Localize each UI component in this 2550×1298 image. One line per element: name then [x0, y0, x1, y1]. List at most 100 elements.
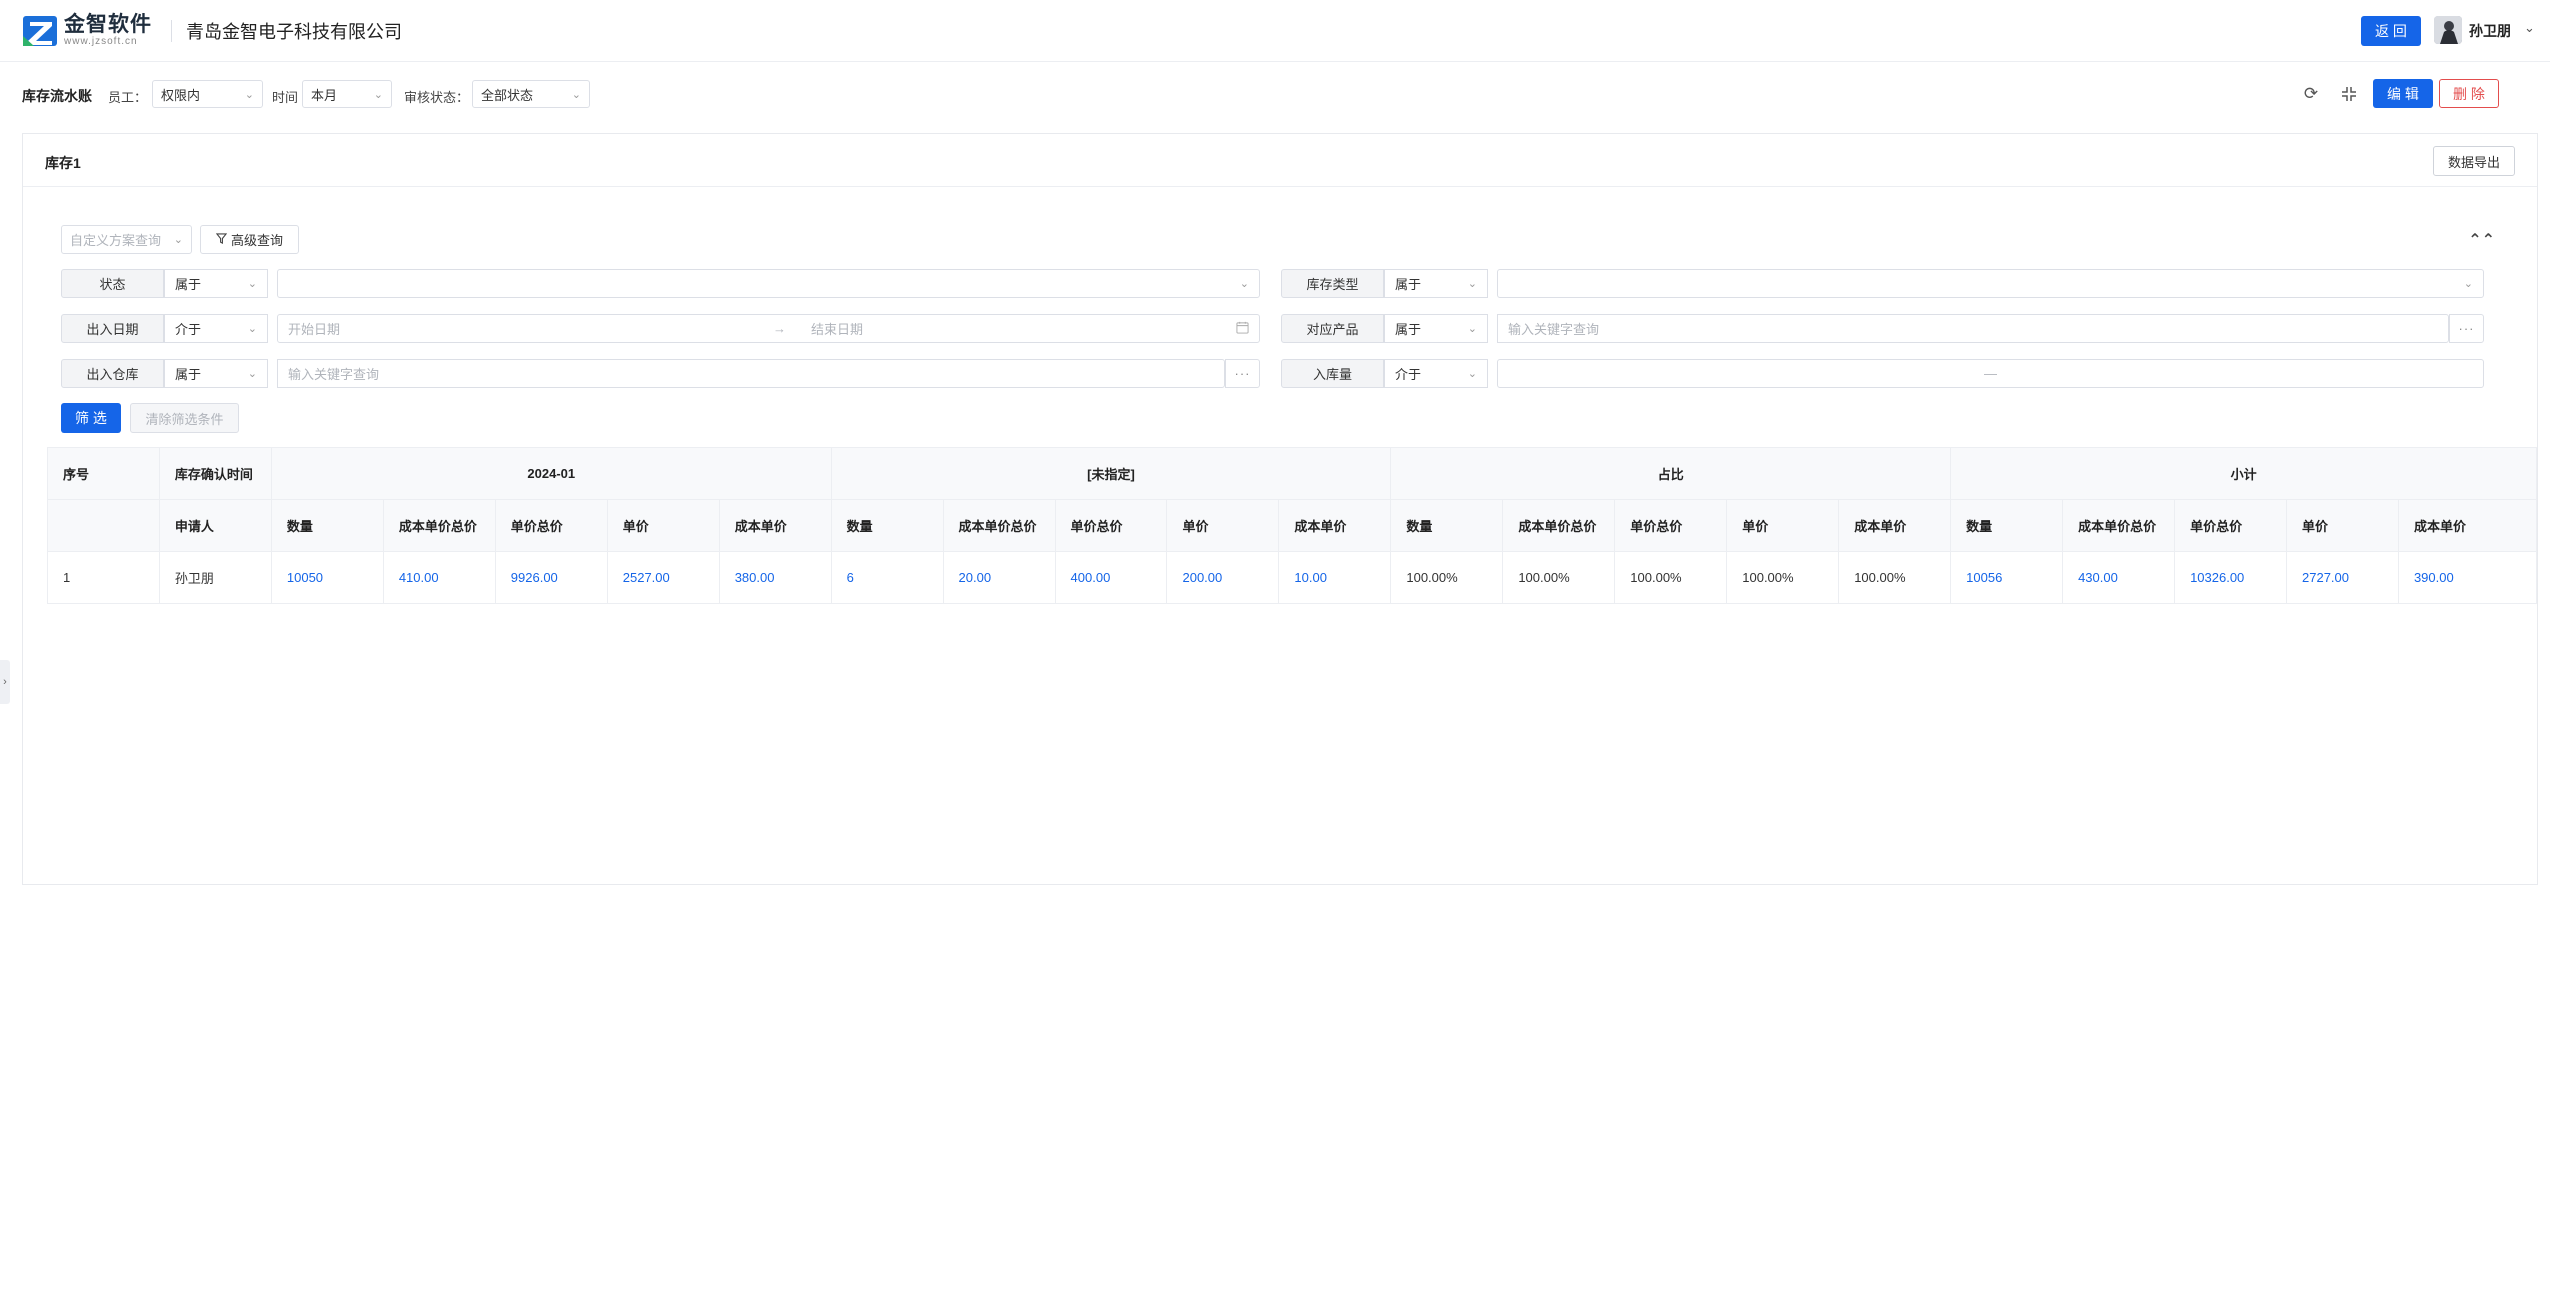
- toolbar: 库存流水账 员工： 权限内 ⌄ 时间 本月 ⌄ 审核状态： 全部状态 ⌄ ⟳ 编…: [0, 62, 2550, 130]
- col-header-price: 单价: [2286, 499, 2399, 552]
- user-name[interactable]: 孙卫朋: [2469, 21, 2511, 41]
- col-header-qty: 数量: [831, 499, 944, 552]
- cell-link[interactable]: 9926.00: [495, 551, 608, 604]
- audit-select[interactable]: 全部状态 ⌄: [472, 80, 590, 108]
- chevron-down-icon[interactable]: ⌄: [2524, 20, 2535, 36]
- chevron-down-icon: ⌄: [247, 278, 257, 290]
- group-header-unspecified: [未指定]: [831, 447, 1392, 500]
- filter-op-product[interactable]: 属于 ⌄: [1384, 314, 1488, 343]
- cell-ratio: 100.00%: [1838, 551, 1952, 604]
- col-header-cost-total: 成本单价总价: [943, 499, 1056, 552]
- col-header-price-total: 单价总价: [495, 499, 608, 552]
- employee-select[interactable]: 权限内 ⌄: [152, 80, 263, 108]
- cell-link[interactable]: 20.00: [943, 551, 1056, 604]
- product-search-input[interactable]: 输入关键字查询: [1497, 314, 2449, 343]
- chevron-down-icon: ⌄: [247, 323, 257, 335]
- cell-link[interactable]: 10056: [1950, 551, 2064, 604]
- app-header: 金智软件 www.jzsoft.cn 青岛金智电子科技有限公司 返 回 孙卫朋 …: [0, 0, 2550, 62]
- table-row[interactable]: 1 孙卫朋 10050 410.00 9926.00 2527.00 380.0…: [47, 551, 2538, 604]
- filter-label-warehouse: 出入仓库: [61, 359, 164, 388]
- filter-op-stock-type[interactable]: 属于 ⌄: [1384, 269, 1488, 298]
- group-header-subtotal: 小计: [1950, 447, 2537, 500]
- cell-link[interactable]: 410.00: [383, 551, 496, 604]
- refresh-icon[interactable]: ⟳: [2300, 83, 2322, 105]
- header-divider: [171, 20, 172, 42]
- col-header-price-total: 单价总价: [1055, 499, 1168, 552]
- filter-label-status: 状态: [61, 269, 164, 298]
- clear-filters-button[interactable]: 清除筛选条件: [130, 403, 239, 433]
- audit-label: 审核状态：: [404, 90, 470, 105]
- logo[interactable]: 金智软件 www.jzsoft.cn: [22, 12, 152, 50]
- filter-value-stock-type[interactable]: ⌄: [1497, 269, 2484, 298]
- warehouse-search-placeholder: 输入关键字查询: [288, 367, 380, 382]
- cell-link[interactable]: 10326.00: [2174, 551, 2288, 604]
- edit-button[interactable]: 编 辑: [2373, 79, 2433, 108]
- filter-op-date[interactable]: 介于 ⌄: [164, 314, 268, 343]
- end-date-placeholder: 结束日期: [811, 322, 864, 337]
- calendar-icon: [1236, 321, 1249, 337]
- fullscreen-exit-icon[interactable]: [2338, 83, 2360, 105]
- avatar[interactable]: [2434, 16, 2462, 44]
- filter-op-stock-type-value: 属于: [1395, 277, 1422, 292]
- cell-ratio: 100.00%: [1502, 551, 1616, 604]
- chevron-right-icon: ›: [3, 676, 7, 688]
- col-header-price-total: 单价总价: [2174, 499, 2288, 552]
- logo-icon: [22, 14, 60, 48]
- col-header-qty: 数量: [1950, 499, 2064, 552]
- range-separator: —: [1984, 366, 1997, 381]
- sidebar-expand-handle[interactable]: ›: [0, 660, 10, 704]
- filter-op-status-value: 属于: [175, 277, 202, 292]
- col-header-price: 单价: [607, 499, 720, 552]
- filter-value-status[interactable]: ⌄: [277, 269, 1260, 298]
- cell-link[interactable]: 2727.00: [2286, 551, 2399, 604]
- col-header-cost-price: 成本单价: [1278, 499, 1392, 552]
- chevron-down-icon: ⌄: [2463, 278, 2473, 290]
- scheme-query-select[interactable]: 自定义方案查询 ⌄: [61, 225, 192, 254]
- collapse-up-icon[interactable]: ⌃⌃: [2468, 230, 2495, 250]
- inbound-qty-range-input[interactable]: —: [1497, 359, 2484, 388]
- col-header-cost-price: 成本单价: [1838, 499, 1952, 552]
- filter-button[interactable]: 筛 选: [61, 403, 121, 433]
- panel-header: 库存1 数据导出: [23, 134, 2537, 187]
- company-name: 青岛金智电子科技有限公司: [186, 22, 402, 42]
- panel-title: 库存1: [45, 155, 81, 171]
- cell-link[interactable]: 200.00: [1166, 551, 1280, 604]
- chevron-down-icon: ⌄: [373, 88, 383, 101]
- product-more-icon[interactable]: ···: [2449, 314, 2484, 343]
- back-button[interactable]: 返 回: [2361, 16, 2421, 46]
- col-header-cost-total: 成本单价总价: [383, 499, 496, 552]
- col-header-index: 序号: [47, 447, 160, 500]
- warehouse-more-icon[interactable]: ···: [1225, 359, 1260, 388]
- time-select-value: 本月: [311, 87, 338, 103]
- col-header-cost-price: 成本单价: [2398, 499, 2538, 552]
- product-search-placeholder: 输入关键字查询: [1508, 322, 1600, 337]
- cell-link[interactable]: 400.00: [1055, 551, 1168, 604]
- cell-link[interactable]: 430.00: [2062, 551, 2176, 604]
- col-header-applicant: 申请人: [159, 499, 272, 552]
- cell-link[interactable]: 10050: [271, 551, 384, 604]
- cell-link[interactable]: 10.00: [1278, 551, 1392, 604]
- cell-link[interactable]: 390.00: [2398, 551, 2538, 604]
- arrow-right-icon: →: [773, 321, 786, 336]
- start-date-placeholder: 开始日期: [288, 322, 341, 337]
- time-select[interactable]: 本月 ⌄: [302, 80, 392, 108]
- advanced-query-button[interactable]: 高级查询: [200, 225, 299, 254]
- filter-op-inbound-qty[interactable]: 介于 ⌄: [1384, 359, 1488, 388]
- col-header-price-total: 单价总价: [1614, 499, 1728, 552]
- warehouse-search-input[interactable]: 输入关键字查询: [277, 359, 1225, 388]
- cell-link[interactable]: 380.00: [719, 551, 832, 604]
- col-header-qty: 数量: [1390, 499, 1504, 552]
- col-header-price: 单价: [1166, 499, 1280, 552]
- filter-op-warehouse[interactable]: 属于 ⌄: [164, 359, 268, 388]
- col-header-price: 单价: [1726, 499, 1840, 552]
- cell-applicant: 孙卫朋: [159, 551, 272, 604]
- filter-op-status[interactable]: 属于 ⌄: [164, 269, 268, 298]
- delete-button[interactable]: 删 除: [2439, 79, 2499, 108]
- cell-link[interactable]: 2527.00: [607, 551, 720, 604]
- export-button[interactable]: 数据导出: [2433, 146, 2515, 176]
- page-title: 库存流水账: [22, 88, 92, 104]
- col-header-empty: [47, 499, 160, 552]
- date-range-picker[interactable]: 开始日期 → 结束日期: [277, 314, 1260, 343]
- cell-link[interactable]: 6: [831, 551, 944, 604]
- group-header-ratio: 占比: [1390, 447, 1952, 500]
